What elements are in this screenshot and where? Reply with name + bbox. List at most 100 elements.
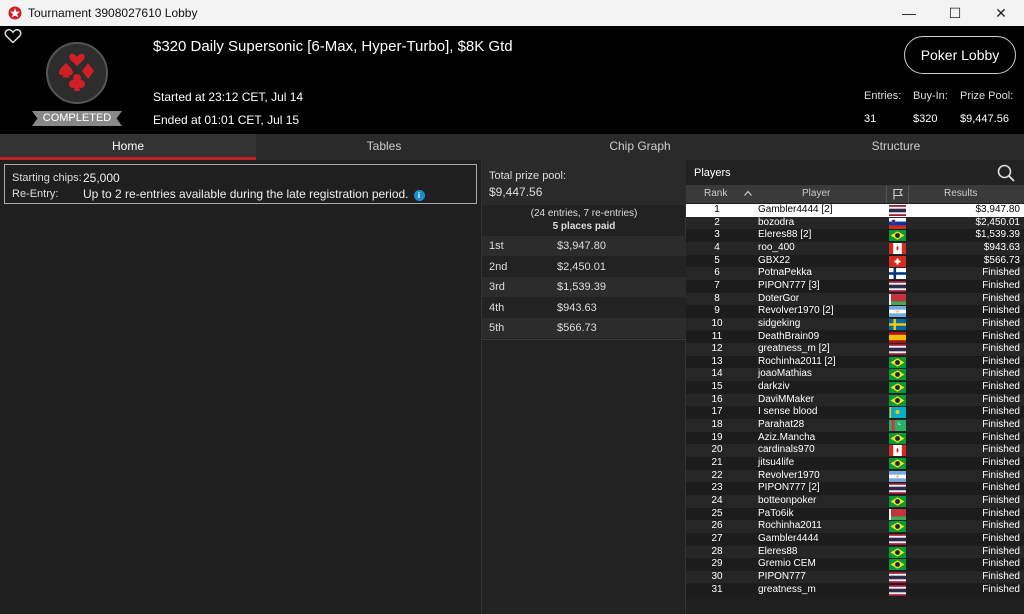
player-row[interactable]: 26 Rochinha2011 Finished <box>686 520 1024 533</box>
player-row[interactable]: 14 joaoMathias Finished <box>686 368 1024 382</box>
player-name: PIPON777 <box>758 570 806 582</box>
prize-panel: Total prize pool: $9,447.56 (24 entries,… <box>481 160 686 614</box>
player-name: roo_400 <box>758 241 795 253</box>
poker-lobby-button[interactable]: Poker Lobby <box>904 36 1016 74</box>
player-row[interactable]: 20 cardinals970 Finished <box>686 444 1024 457</box>
turkmenistan-flag-icon <box>889 420 906 432</box>
thailand-flag-icon <box>889 571 906 583</box>
player-row[interactable]: 12 greatness_m [2] Finished <box>686 343 1024 356</box>
prize-pool-header: Total prize pool: $9,447.56 <box>482 160 686 205</box>
player-row[interactable]: 6 PotnaPekka Finished <box>686 267 1024 280</box>
tab-structure[interactable]: Structure <box>768 134 1024 160</box>
player-name: Aziz.Mancha <box>758 431 816 443</box>
player-rank: 16 <box>711 393 723 405</box>
entries-breakdown: (24 entries, 7 re-entries) <box>530 208 638 219</box>
player-name: DeathBrain09 <box>758 330 820 342</box>
player-name: DaviMMaker <box>758 393 815 405</box>
player-row[interactable]: 24 botteonpoker Finished <box>686 494 1024 508</box>
player-row[interactable]: 17 I sense blood Finished <box>686 406 1024 419</box>
brazil-flag-icon <box>889 495 906 507</box>
payout-place: 5th <box>489 322 505 334</box>
brazil-flag-icon <box>889 382 906 394</box>
player-row[interactable]: 19 Aziz.Mancha Finished <box>686 431 1024 445</box>
results-column-header[interactable]: Results <box>944 188 977 199</box>
tab-home[interactable]: Home <box>0 134 256 160</box>
player-row[interactable]: 23 PIPON777 [2] Finished <box>686 482 1024 495</box>
thailand-flag-icon <box>889 584 906 596</box>
player-rank: 28 <box>711 545 723 557</box>
thailand-flag-icon <box>889 205 906 216</box>
payout-amount: $566.73 <box>557 322 597 334</box>
sort-ascending-icon[interactable] <box>744 190 752 196</box>
start-time: Started at 23:12 CET, Jul 14 <box>153 90 304 104</box>
player-result: Finished <box>982 494 1020 506</box>
player-rank: 30 <box>711 570 723 582</box>
player-rank: 15 <box>711 381 723 393</box>
player-row[interactable]: 29 Gremio CEM Finished <box>686 558 1024 571</box>
brazil-flag-icon <box>889 458 906 469</box>
player-name: Revolver1970 <box>758 469 820 481</box>
player-result: Finished <box>982 558 1020 570</box>
players-title: Players <box>694 167 731 179</box>
prizepool-value: $9,447.56 <box>960 113 1009 125</box>
player-row[interactable]: 28 Eleres88 Finished <box>686 545 1024 559</box>
maximize-button[interactable]: ☐ <box>932 0 978 26</box>
player-name: Eleres88 <box>758 545 798 557</box>
rank-column-header[interactable]: Rank <box>704 188 727 199</box>
player-row[interactable]: 25 PaTo6ik Finished <box>686 507 1024 521</box>
player-rank: 1 <box>714 204 720 215</box>
player-row[interactable]: 1 Gambler4444 [2] $3,947.80 <box>686 204 1024 217</box>
player-row[interactable]: 5 GBX22 $566.73 <box>686 254 1024 268</box>
player-row[interactable]: 3 Eleres88 [2] $1,539.39 <box>686 229 1024 242</box>
payout-place: 1st <box>489 240 504 252</box>
tournament-name: $320 Daily Supersonic [6-Max, Hyper-Turb… <box>153 38 513 55</box>
info-icon[interactable]: i <box>413 190 425 201</box>
player-name: Rochinha2011 <box>758 520 822 532</box>
player-name: DoterGor <box>758 292 800 304</box>
player-rank: 29 <box>711 558 723 570</box>
player-result: $3,947.80 <box>975 204 1021 215</box>
player-row[interactable]: 16 DaviMMaker Finished <box>686 393 1024 407</box>
brazil-flag-icon <box>889 559 906 571</box>
player-row[interactable]: 11 DeathBrain09 Finished <box>686 330 1024 344</box>
tab-tables[interactable]: Tables <box>256 134 512 160</box>
player-name: Gambler4444 [2] <box>758 204 833 215</box>
flag-column-icon[interactable] <box>892 188 904 200</box>
sweden-flag-icon <box>889 318 906 330</box>
tab-chip-graph[interactable]: Chip Graph <box>512 134 768 160</box>
player-row[interactable]: 8 DoterGor Finished <box>686 292 1024 306</box>
search-icon[interactable] <box>996 163 1016 183</box>
player-result: Finished <box>982 457 1020 468</box>
player-row[interactable]: 9 Revolver1970 [2] Finished <box>686 305 1024 318</box>
player-row[interactable]: 22 Revolver1970 Finished <box>686 469 1024 483</box>
close-button[interactable]: ✕ <box>978 0 1024 26</box>
player-row[interactable]: 13 Rochinha2011 [2] Finished <box>686 355 1024 369</box>
player-rank: 11 <box>711 330 723 342</box>
player-result: Finished <box>982 419 1020 431</box>
player-row[interactable]: 15 darkziv Finished <box>686 381 1024 394</box>
player-row[interactable]: 2 bozodra $2,450.01 <box>686 216 1024 230</box>
player-row[interactable]: 27 Gambler4444 Finished <box>686 532 1024 546</box>
slovenia-flag-icon <box>889 217 906 229</box>
favorite-heart-icon[interactable] <box>4 28 22 44</box>
buyin-value: $320 <box>913 113 938 125</box>
payout-row: 4th $943.63 <box>482 298 686 318</box>
prize-pool-value: $9,447.56 <box>489 185 543 199</box>
player-row[interactable]: 18 Parahat28 Finished <box>686 419 1024 432</box>
player-row[interactable]: 7 PIPON777 [3] Finished <box>686 279 1024 293</box>
player-rank: 25 <box>711 507 723 519</box>
player-result: Finished <box>982 292 1020 304</box>
player-row[interactable]: 10 sidgeking Finished <box>686 317 1024 331</box>
player-rank: 3 <box>714 229 720 241</box>
end-time: Ended at 01:01 CET, Jul 15 <box>153 113 300 127</box>
player-column-header[interactable]: Player <box>802 188 830 199</box>
player-row[interactable]: 30 PIPON777 Finished <box>686 570 1024 584</box>
player-name: PaTo6ik <box>758 507 794 519</box>
window-titlebar: Tournament 3908027610 Lobby — ☐ ✕ <box>0 0 1024 26</box>
player-name: joaoMathias <box>758 368 812 380</box>
player-result: Finished <box>982 431 1020 443</box>
player-row[interactable]: 31 greatness_m Finished <box>686 583 1024 597</box>
minimize-button[interactable]: — <box>886 0 932 26</box>
player-row[interactable]: 4 roo_400 $943.63 <box>686 241 1024 255</box>
player-row[interactable]: 21 jitsu4life Finished <box>686 457 1024 470</box>
